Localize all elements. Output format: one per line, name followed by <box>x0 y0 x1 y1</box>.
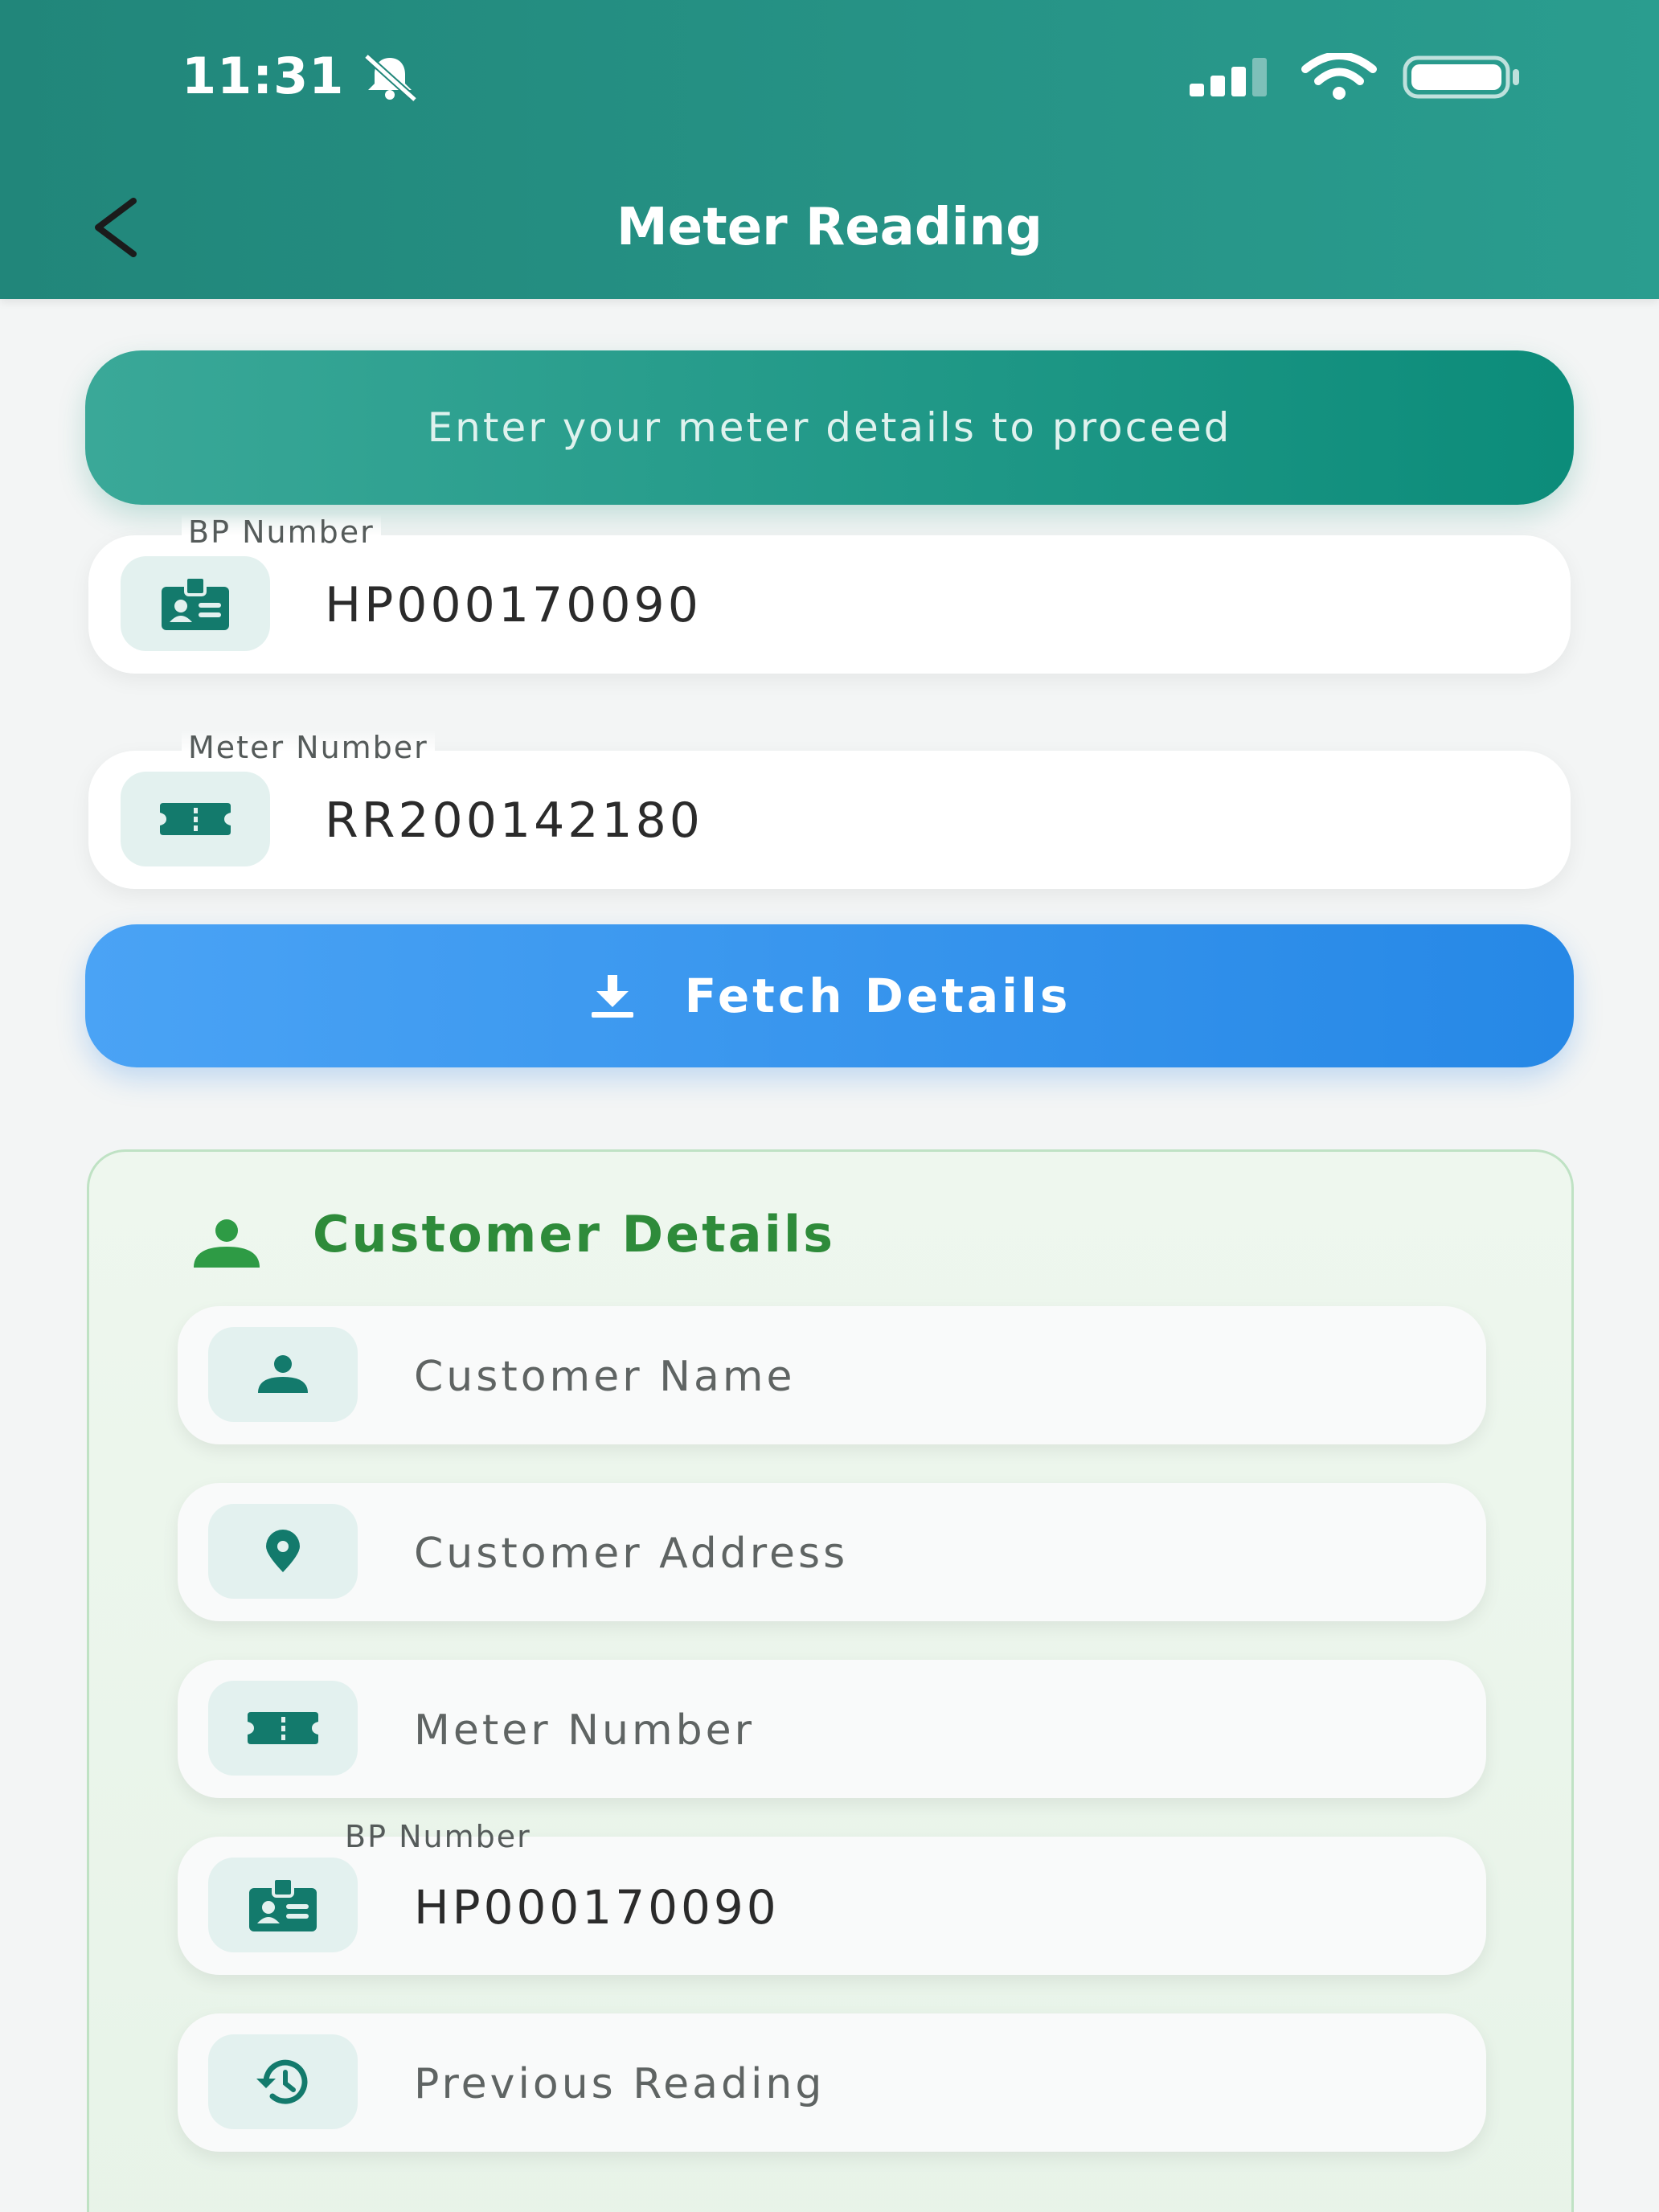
customer-bp-number-field[interactable]: BP Number HP000170090 <box>178 1819 1486 1975</box>
instruction-banner: Enter your meter details to proceed <box>85 350 1574 505</box>
bp-number-label: BP Number <box>182 514 381 550</box>
bell-off-icon <box>363 53 418 101</box>
status-time: 11:31 <box>182 47 345 105</box>
battery-icon <box>1403 55 1519 99</box>
bp-icon-tile <box>121 556 270 651</box>
location-pin-icon <box>266 1530 300 1572</box>
download-icon <box>591 975 633 1018</box>
meter-icon-tile <box>121 772 270 866</box>
previous-reading-icon-tile <box>208 2034 358 2129</box>
previous-reading-field[interactable]: Previous Reading <box>178 2013 1486 2152</box>
customer-address-field[interactable]: Customer Address <box>178 1483 1486 1621</box>
meter-icon <box>248 1712 318 1744</box>
customer-bp-icon-tile <box>208 1858 358 1952</box>
banner-text: Enter your meter details to proceed <box>427 404 1232 451</box>
signal-icon <box>1190 58 1267 96</box>
fetch-details-button[interactable]: Fetch Details <box>85 924 1574 1067</box>
customer-address-placeholder: Customer Address <box>414 1530 849 1578</box>
person-icon <box>194 1219 260 1268</box>
app-header: 11:31 Meter Reading <box>0 0 1659 299</box>
fetch-details-label: Fetch Details <box>684 969 1071 1023</box>
meter-icon <box>160 803 231 835</box>
person-icon <box>258 1355 308 1393</box>
customer-bp-number-value: HP000170090 <box>414 1880 780 1935</box>
meter-number-value: RR200142180 <box>325 793 703 849</box>
meter-reading-screen: 11:31 Meter Reading Enter your meter det… <box>0 0 1659 2212</box>
customer-details-title: Customer Details <box>313 1205 835 1264</box>
customer-bp-number-label: BP Number <box>345 1819 531 1854</box>
customer-meter-icon-tile <box>208 1681 358 1776</box>
bp-number-value: HP000170090 <box>325 577 702 633</box>
customer-address-icon-tile <box>208 1504 358 1599</box>
customer-name-placeholder: Customer Name <box>414 1353 796 1401</box>
customer-meter-number-field[interactable]: Meter Number <box>178 1660 1486 1798</box>
badge-icon <box>249 1877 317 1931</box>
customer-details-card: Customer Details Customer Name Customer … <box>87 1149 1574 2212</box>
bp-number-field[interactable]: HP000170090 <box>88 535 1571 674</box>
wifi-icon <box>1301 53 1377 100</box>
customer-name-field[interactable]: Customer Name <box>178 1306 1486 1444</box>
badge-icon <box>162 576 229 630</box>
meter-number-label: Meter Number <box>182 730 435 765</box>
page-title: Meter Reading <box>616 198 1043 257</box>
history-icon <box>256 2059 308 2104</box>
customer-name-icon-tile <box>208 1327 358 1422</box>
previous-reading-placeholder: Previous Reading <box>414 2060 825 2108</box>
meter-number-field[interactable]: RR200142180 <box>88 751 1571 889</box>
customer-meter-number-placeholder: Meter Number <box>414 1706 756 1755</box>
